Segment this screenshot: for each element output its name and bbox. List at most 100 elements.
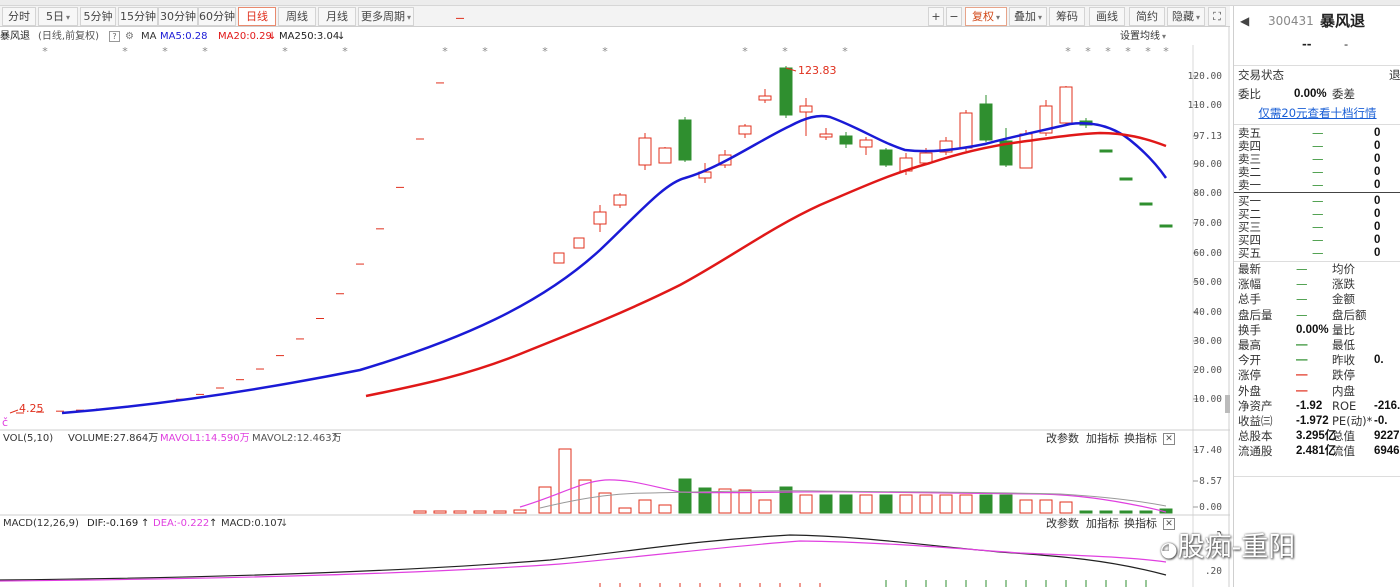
- stat-value: 0.: [1374, 354, 1384, 367]
- stat-label: 昨收: [1332, 353, 1355, 368]
- volume-bar-up: [453, 510, 467, 514]
- stat-label: 盘后额: [1332, 307, 1367, 322]
- volume-bar-up: [413, 510, 427, 514]
- price-tick-label: 50.00: [1193, 277, 1222, 288]
- macd-header: MACD(12,26,9) DIF:-0.169 ↑ DEA:-0.222 ↑ …: [0, 516, 1230, 532]
- volume-bar-down: [999, 494, 1013, 514]
- macd-add-indicator[interactable]: 加指标: [1086, 516, 1119, 532]
- price-change: -: [1344, 37, 1349, 51]
- book-volume: 0: [1374, 247, 1381, 259]
- candle-body: [738, 125, 752, 135]
- stat-label: PE(动)*: [1332, 414, 1373, 428]
- vol-mavol1: MAVOL1:14.590万: [160, 433, 250, 444]
- volume-bar-up: [1039, 499, 1053, 514]
- vol-switch-indicator[interactable]: 换指标: [1124, 431, 1157, 447]
- vol-tick-label: 0.00: [1199, 502, 1222, 513]
- candle-body: [859, 139, 873, 148]
- stat-label: 涨幅: [1238, 277, 1261, 292]
- price-tick-label: 80.00: [1193, 188, 1222, 199]
- back-arrow-icon[interactable]: ◀: [1240, 11, 1249, 31]
- watermark: ◕股痴-重阳: [1160, 532, 1296, 563]
- kline-chart[interactable]: 120.00 110.00 97.13 90.00 80.00 70.00 60.00 50.…: [0, 0, 1230, 587]
- ma20-line: [365, 131, 1167, 398]
- stat-value: —: [1296, 339, 1308, 351]
- price-tick-label: 30.00: [1193, 336, 1222, 347]
- volume-bar-down: [678, 478, 692, 514]
- vol-change-params[interactable]: 改参数: [1046, 431, 1079, 447]
- vol-volume: VOLUME:27.864万: [68, 433, 159, 444]
- low-price-label: 4.25: [19, 402, 44, 415]
- macd-dif-up-icon: ↑: [141, 518, 150, 529]
- volume-bar-up: [859, 494, 873, 514]
- trade-status-label: 交易状态: [1238, 68, 1284, 82]
- event-marker-icon: *: [42, 45, 48, 58]
- stat-label: 最高: [1238, 338, 1261, 352]
- volume-bar-down: [839, 494, 853, 514]
- volume-bar-up: [618, 507, 632, 514]
- candle-up: [738, 124, 752, 138]
- weicha-label: 委差: [1332, 87, 1355, 101]
- ask-row: 卖一 — 0: [1234, 178, 1400, 193]
- price-tick-label: 97.13: [1193, 131, 1222, 142]
- candle-up: [939, 137, 953, 155]
- dea-line: [0, 540, 1167, 582]
- high-price-label: 123.83: [798, 64, 837, 77]
- price-tick-label: 120.00: [1188, 71, 1223, 82]
- quote-panel: ◀ 300431 暴风退 -- - 交易状态 退 委比 0.00% 委差 仅需2…: [1233, 6, 1400, 587]
- volume-bar-up: [433, 510, 447, 514]
- volume-bar-down: [879, 494, 893, 514]
- vol-add-indicator[interactable]: 加指标: [1086, 431, 1119, 447]
- event-marker-icon: *: [842, 45, 848, 58]
- level2-promo-link[interactable]: 仅需20元查看十档行情: [1258, 106, 1376, 120]
- macd-title: MACD(12,26,9): [3, 518, 79, 529]
- event-marker-icon: *: [162, 45, 168, 58]
- candle-body: [658, 147, 672, 164]
- stat-row: 总手 — 金额: [1234, 292, 1400, 307]
- stat-label: 金额: [1332, 292, 1355, 307]
- candle-body: [638, 137, 652, 166]
- macd-dif: DIF:-0.169: [87, 518, 139, 529]
- dif-line: [0, 534, 1167, 581]
- event-marker-icon: *: [282, 45, 288, 58]
- event-marker-icon: *: [602, 45, 608, 58]
- stat-row: 最新 — 均价: [1234, 262, 1400, 277]
- vol-close-icon[interactable]: ✕: [1163, 433, 1175, 445]
- stat-label: 总值: [1332, 429, 1355, 444]
- weibo-icon: ◕: [1160, 537, 1178, 561]
- candle-body: [879, 149, 893, 166]
- volume-bar-up: [638, 499, 652, 514]
- price-tick-label: 110.00: [1188, 100, 1223, 111]
- stat-value: -1.92: [1296, 399, 1323, 412]
- price-tick-label: 60.00: [1193, 248, 1222, 259]
- event-marker-icon: *: [202, 45, 208, 58]
- stat-label: 今开: [1238, 353, 1261, 368]
- macd-switch-indicator[interactable]: 换指标: [1124, 516, 1157, 532]
- stat-label: 最新: [1238, 262, 1261, 276]
- candle-body: [1059, 86, 1073, 124]
- book-label: 买五: [1238, 246, 1261, 260]
- book-separator: [1234, 192, 1400, 193]
- weibi-value: 0.00%: [1294, 88, 1327, 100]
- weibi-label: 委比: [1238, 87, 1261, 101]
- candle-body: [678, 119, 692, 161]
- stat-value: -1.972: [1296, 415, 1329, 427]
- candle-down: [1139, 202, 1153, 206]
- candle-up: [658, 147, 672, 164]
- stat-value: —: [1296, 307, 1308, 322]
- volume-bar-down: [1139, 510, 1153, 514]
- candle-down: [1119, 177, 1133, 181]
- volume-bar-down: [1099, 510, 1113, 514]
- stat-label: 内盘: [1332, 383, 1355, 398]
- volume-bar-down: [819, 494, 833, 514]
- volume-bar-up: [738, 489, 752, 514]
- event-marker-icon: *: [442, 45, 448, 58]
- candle-down: [979, 95, 993, 142]
- stat-row: 涨停 — 跌停: [1234, 368, 1400, 383]
- volume-bar-up: [758, 499, 772, 514]
- quote-header: ◀ 300431 暴风退: [1234, 11, 1400, 31]
- volume-bar-up: [1059, 501, 1073, 514]
- last-price: --: [1302, 37, 1312, 51]
- candle-up: [819, 128, 833, 140]
- macd-change-params[interactable]: 改参数: [1046, 516, 1079, 532]
- stat-label: 净资产: [1238, 398, 1273, 413]
